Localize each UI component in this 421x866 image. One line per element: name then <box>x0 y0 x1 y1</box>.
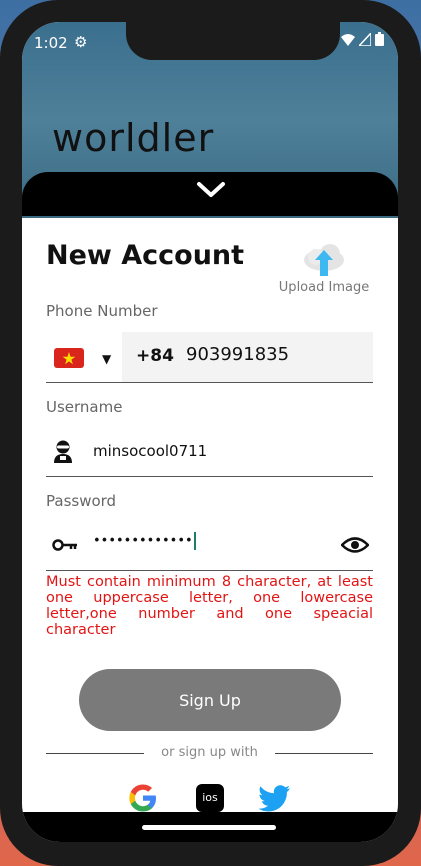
username-value: minsocool0711 <box>93 442 208 460</box>
battery-icon <box>375 32 384 46</box>
phone-frame: 1:02 ⚙ worldler New Account Upload Image… <box>0 0 421 866</box>
ios-label: iOS <box>202 791 218 804</box>
upload-image-label: Upload Image <box>278 280 370 295</box>
password-masked-text: ••••••••••••• <box>93 533 193 549</box>
status-time: 1:02 <box>34 34 68 52</box>
username-label: Username <box>46 398 123 416</box>
twitter-sign-in-icon[interactable] <box>259 785 291 812</box>
ios-sign-in-icon[interactable]: iOS <box>196 784 224 812</box>
upload-image-button[interactable]: Upload Image <box>274 242 374 295</box>
vietnam-flag-icon[interactable] <box>54 348 84 368</box>
key-icon <box>52 539 77 551</box>
app-logo: worldler <box>52 116 215 160</box>
password-error-message: Must contain minimum 8 character, at lea… <box>46 574 373 638</box>
status-bar: 1:02 ⚙ <box>34 32 384 54</box>
password-label: Password <box>46 492 117 510</box>
username-field[interactable]: minsocool0711 <box>46 428 373 477</box>
phone-input[interactable]: +84 903991835 <box>122 332 373 382</box>
phone-value: 903991835 <box>186 344 290 365</box>
text-cursor <box>193 532 196 550</box>
password-value: ••••••••••••• <box>93 532 196 550</box>
page-title: New Account <box>46 240 245 271</box>
country-dropdown-caret-icon[interactable]: ▼ <box>102 352 111 366</box>
phone-number-label: Phone Number <box>46 302 158 320</box>
password-field[interactable]: ••••••••••••• <box>46 522 373 571</box>
home-indicator[interactable] <box>142 825 276 830</box>
chevron-down-icon[interactable] <box>196 180 226 200</box>
phone-number-field: ▼ +84 903991835 <box>46 332 373 383</box>
user-icon <box>54 440 72 463</box>
show-password-eye-icon[interactable] <box>341 536 369 554</box>
signal-icon <box>359 32 371 46</box>
google-sign-in-icon[interactable] <box>127 782 159 814</box>
country-code: +84 <box>136 346 174 366</box>
wifi-icon <box>341 33 355 46</box>
status-icons <box>341 32 384 46</box>
divider-text: or sign up with <box>161 745 258 760</box>
settings-gear-icon: ⚙ <box>74 33 88 51</box>
screen: 1:02 ⚙ worldler New Account Upload Image… <box>22 22 398 842</box>
cloud-upload-icon <box>304 244 344 276</box>
or-sign-up-divider: or sign up with <box>46 744 373 764</box>
sign-up-button[interactable]: Sign Up <box>79 669 341 731</box>
